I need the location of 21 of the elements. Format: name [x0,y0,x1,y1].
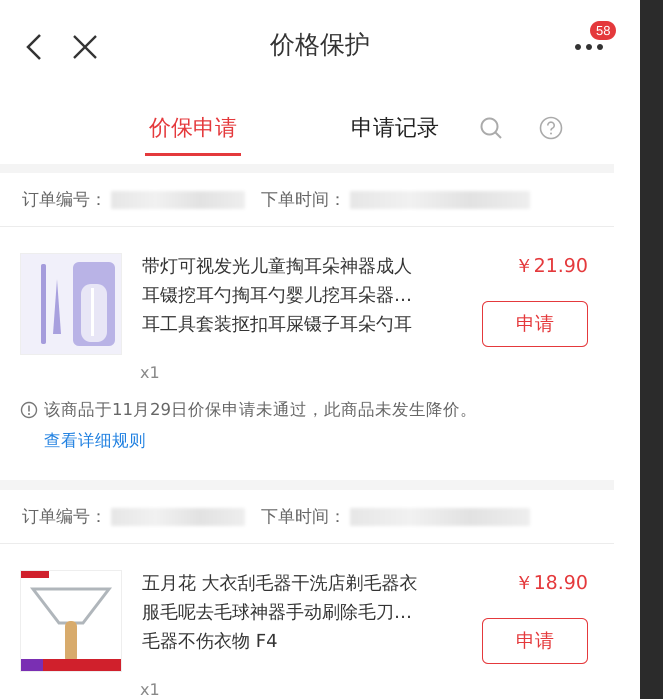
price: ￥18.90 [514,571,588,596]
order-time-label: 下单时间： [261,189,346,212]
order-number-label: 订单编号： [22,189,107,212]
order-time-label: 下单时间： [261,506,346,528]
product-title[interactable]: 带灯可视发光儿童掏耳朵神器成人 耳镊挖耳勺掏耳勺婴儿挖耳朵器… 耳工具套装抠扣耳屎镊子耳朵勺耳 [142,252,462,356]
apply-button[interactable]: 申请 [482,618,588,664]
apply-button[interactable]: 申请 [482,301,588,348]
quantity: x1 [140,363,161,382]
tab[interactable]: 价保申请 [145,100,241,156]
price-protection-note: 该商品于11月29日价保申请未通过，此商品未发生降价。 查看详细规则 [44,399,478,452]
notification-badge: 58 [590,20,616,40]
info-icon [20,401,38,420]
order-number-label: 订单编号： [22,506,107,528]
price: ￥21.90 [514,254,588,280]
close-button[interactable] [72,34,98,60]
tab[interactable]: 申请记录 [347,100,443,156]
page-title: 价格保护 [270,29,370,61]
back-button[interactable] [24,32,44,61]
product-title[interactable]: 五月花 大衣刮毛器干洗店剃毛器衣 服毛呢去毛球神器手动刷除毛刀… 毛器不伤衣物 F4 [142,569,462,672]
details-link[interactable]: 查看详细规则 [44,431,146,450]
quantity: x1 [140,680,161,699]
